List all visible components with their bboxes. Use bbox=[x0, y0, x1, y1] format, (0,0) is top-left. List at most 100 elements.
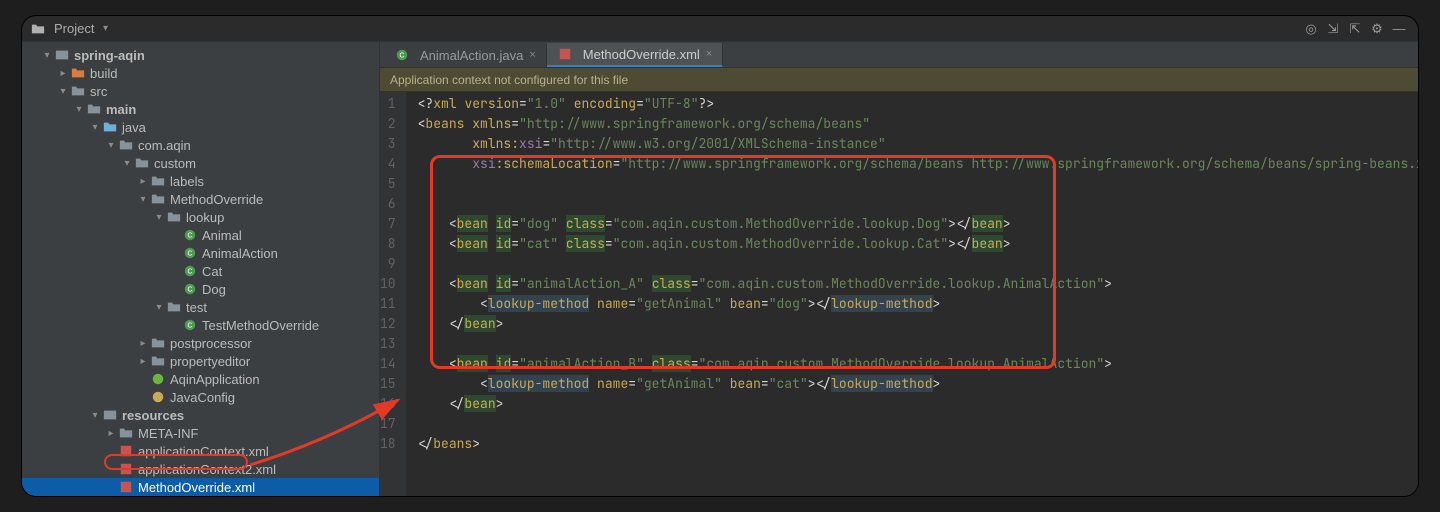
settings-icon[interactable]: ⚙ bbox=[1366, 18, 1388, 40]
project-tree[interactable]: ▾spring-aqin▸build▾src▾main▾java▾com.aqi… bbox=[22, 42, 380, 496]
tab-methodoverride-xml[interactable]: MethodOverride.xml× bbox=[547, 43, 723, 67]
xml-icon bbox=[118, 443, 134, 459]
tree-label: resources bbox=[122, 408, 184, 423]
code-line[interactable]: <bean id="animalAction_B" class="com.aqi… bbox=[418, 354, 1418, 374]
tab-animalaction-java[interactable]: CAnimalAction.java× bbox=[384, 43, 547, 67]
tree-item-cat[interactable]: CCat bbox=[22, 262, 379, 280]
chevron-down-icon[interactable]: ▾ bbox=[88, 122, 102, 133]
tree-item-build[interactable]: ▸ build bbox=[22, 64, 379, 82]
tree-item-applicationcontext-xml[interactable]: applicationContext.xml bbox=[22, 442, 379, 460]
tree-item-spring-aqin[interactable]: ▾spring-aqin bbox=[22, 46, 379, 64]
folder-icon bbox=[166, 299, 182, 315]
code-line[interactable]: xmlns:xsi="http://www.w3.org/2001/XMLSch… bbox=[418, 134, 1418, 154]
chevron-down-icon[interactable]: ▾ bbox=[56, 86, 70, 97]
tree-item-com-aqin[interactable]: ▾com.aqin bbox=[22, 136, 379, 154]
ide-window: Project ▾ ◎ ⇲ ⇱ ⚙ — ▾spring-aqin▸build▾s… bbox=[22, 16, 1418, 496]
code-line[interactable]: <beans xmlns="http://www.springframework… bbox=[418, 114, 1418, 134]
green-icon: C bbox=[182, 227, 198, 243]
code-line[interactable]: <lookup-method name="getAnimal" bean="ca… bbox=[418, 374, 1418, 394]
chevron-right-icon[interactable]: ▸ bbox=[136, 338, 150, 349]
code-line[interactable] bbox=[418, 254, 1418, 274]
tree-item-lookup[interactable]: ▾lookup bbox=[22, 208, 379, 226]
tree-label: MethodOverride.xml bbox=[138, 480, 255, 495]
line-number: 11 bbox=[380, 294, 396, 314]
tree-item-labels[interactable]: ▸labels bbox=[22, 172, 379, 190]
code-line[interactable]: <bean id="animalAction_A" class="com.aqi… bbox=[418, 274, 1418, 294]
tree-item-postprocessor[interactable]: ▸ postprocessor bbox=[22, 334, 379, 352]
module-icon bbox=[54, 47, 70, 63]
code-line[interactable] bbox=[418, 194, 1418, 214]
context-banner[interactable]: Application context not configured for t… bbox=[380, 68, 1418, 92]
chevron-down-icon[interactable]: ▾ bbox=[152, 212, 166, 223]
chevron-right-icon[interactable]: ▸ bbox=[136, 356, 150, 367]
project-chevron-icon[interactable]: ▾ bbox=[98, 23, 112, 34]
tree-label: java bbox=[122, 120, 146, 135]
tree-label: postprocessor bbox=[170, 336, 252, 351]
folder-icon bbox=[118, 425, 134, 441]
expand-icon[interactable]: ⇲ bbox=[1322, 18, 1344, 40]
chevron-down-icon[interactable]: ▾ bbox=[72, 104, 86, 115]
line-number: 9 bbox=[380, 254, 396, 274]
line-number: 2 bbox=[380, 114, 396, 134]
code-content[interactable]: <?xml version="1.0" encoding="UTF-8"?><b… bbox=[406, 92, 1418, 496]
code-line[interactable]: <bean id="cat" class="com.aqin.custom.Me… bbox=[418, 234, 1418, 254]
code-line[interactable]: xsi:schemaLocation="http://www.springfra… bbox=[418, 154, 1418, 174]
tree-item-methodoverride-xml[interactable]: MethodOverride.xml bbox=[22, 478, 379, 496]
tree-item-javaconfig[interactable]: JavaConfig bbox=[22, 388, 379, 406]
tree-label: build bbox=[90, 66, 117, 81]
close-icon[interactable]: × bbox=[529, 49, 535, 61]
tree-item-applicationcontext2-xml[interactable]: applicationContext2.xml bbox=[22, 460, 379, 478]
code-line[interactable] bbox=[418, 174, 1418, 194]
code-line[interactable]: <?xml version="1.0" encoding="UTF-8"?> bbox=[418, 94, 1418, 114]
folder-icon bbox=[150, 353, 166, 369]
line-number: 13 bbox=[380, 334, 396, 354]
tree-item-aqinapplication[interactable]: AqinApplication bbox=[22, 370, 379, 388]
tree-item-animalaction[interactable]: CAnimalAction bbox=[22, 244, 379, 262]
tree-item-methodoverride[interactable]: ▾MethodOverride bbox=[22, 190, 379, 208]
hide-icon[interactable]: — bbox=[1388, 18, 1410, 40]
tree-item-src[interactable]: ▾src bbox=[22, 82, 379, 100]
folder-icon bbox=[134, 155, 150, 171]
chevron-down-icon[interactable]: ▾ bbox=[40, 50, 54, 61]
code-line[interactable] bbox=[418, 414, 1418, 434]
chevron-right-icon[interactable]: ▸ bbox=[104, 428, 118, 439]
collapse-icon[interactable]: ⇱ bbox=[1344, 18, 1366, 40]
cfg-icon bbox=[150, 389, 166, 405]
code-editor[interactable]: 123456789101112131415161718 <?xml versio… bbox=[380, 92, 1418, 496]
code-line[interactable]: <bean id="dog" class="com.aqin.custom.Me… bbox=[418, 214, 1418, 234]
chevron-down-icon[interactable]: ▾ bbox=[104, 140, 118, 151]
tree-item-java[interactable]: ▾ java bbox=[22, 118, 379, 136]
chevron-down-icon[interactable]: ▾ bbox=[120, 158, 134, 169]
chevron-down-icon[interactable]: ▾ bbox=[152, 302, 166, 313]
tree-item-main[interactable]: ▾ main bbox=[22, 100, 379, 118]
blue-icon bbox=[102, 119, 118, 135]
tree-label: META-INF bbox=[138, 426, 198, 441]
code-line[interactable]: </bean> bbox=[418, 314, 1418, 334]
tree-label: JavaConfig bbox=[170, 390, 235, 405]
line-gutter: 123456789101112131415161718 bbox=[380, 92, 406, 496]
tree-item-custom[interactable]: ▾custom bbox=[22, 154, 379, 172]
tree-item-propertyeditor[interactable]: ▸ propertyeditor bbox=[22, 352, 379, 370]
tree-item-meta-inf[interactable]: ▸ META-INF bbox=[22, 424, 379, 442]
close-icon[interactable]: × bbox=[706, 48, 712, 60]
tree-item-dog[interactable]: CDog bbox=[22, 280, 379, 298]
tree-item-test[interactable]: ▾test bbox=[22, 298, 379, 316]
tree-label: Cat bbox=[202, 264, 222, 279]
tree-label: main bbox=[106, 102, 136, 117]
tree-item-testmethodoverride[interactable]: CTestMethodOverride bbox=[22, 316, 379, 334]
code-line[interactable]: </beans> bbox=[418, 434, 1418, 454]
folder-icon bbox=[70, 83, 86, 99]
chevron-right-icon[interactable]: ▸ bbox=[56, 68, 70, 79]
tree-label: applicationContext.xml bbox=[138, 444, 269, 459]
folder-icon bbox=[86, 101, 102, 117]
tree-item-resources[interactable]: ▾ resources bbox=[22, 406, 379, 424]
chevron-down-icon[interactable]: ▾ bbox=[88, 410, 102, 421]
code-line[interactable]: </bean> bbox=[418, 394, 1418, 414]
code-line[interactable] bbox=[418, 334, 1418, 354]
chevron-down-icon[interactable]: ▾ bbox=[136, 194, 150, 205]
code-line[interactable]: <lookup-method name="getAnimal" bean="do… bbox=[418, 294, 1418, 314]
tree-label: propertyeditor bbox=[170, 354, 250, 369]
tree-item-animal[interactable]: CAnimal bbox=[22, 226, 379, 244]
chevron-right-icon[interactable]: ▸ bbox=[136, 176, 150, 187]
locate-icon[interactable]: ◎ bbox=[1300, 18, 1322, 40]
